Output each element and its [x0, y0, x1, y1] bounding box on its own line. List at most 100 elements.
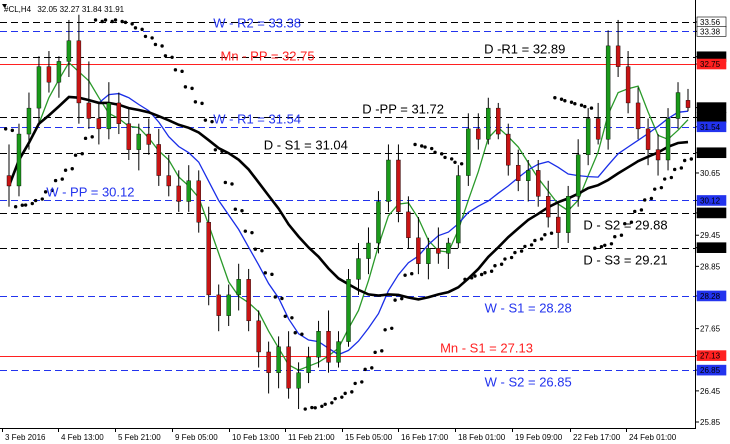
sar-dot-b-57: [579, 103, 584, 107]
sar-dot-17: [173, 68, 178, 72]
sar-dot-b-68: [689, 157, 694, 161]
candle-body-55: [555, 216, 561, 233]
candle-body-30: [306, 356, 311, 373]
sar-dot-b-12: [130, 22, 134, 26]
price-label-19: 25.85: [700, 418, 721, 427]
candle-body-47: [476, 128, 481, 140]
sar-dot-b-6: [70, 167, 74, 171]
sar-dot-b-11: [120, 19, 124, 24]
sar-dot-b-24: [250, 230, 254, 235]
sar-dot-b-9: [100, 19, 104, 24]
sar-dot-b-55: [559, 97, 564, 101]
level-label-11: D - S2 = 29.88: [583, 218, 667, 233]
candle-body-15: [156, 144, 161, 176]
sar-dot-14: [143, 34, 148, 39]
sar-dot-b-34: [350, 390, 354, 394]
candle-body-12: [126, 123, 132, 150]
candle-body-27: [276, 346, 281, 373]
candle-body-64: [645, 128, 651, 150]
sar-dot-b-22: [230, 182, 234, 186]
level-label-8: D - S1 = 31.04: [264, 138, 348, 153]
sar-dot-b-43: [439, 152, 444, 156]
sar-dot-21: [213, 148, 218, 152]
candle-body-50: [506, 133, 511, 166]
time-label-5: 11 Feb 21:00: [288, 433, 335, 442]
sar-dot-b-51: [519, 249, 524, 253]
sar-dot-b-17: [180, 69, 184, 74]
sar-dot-39: [393, 298, 397, 302]
sar-dot-b-59: [599, 244, 604, 249]
candle-body-31: [316, 331, 321, 358]
sar-dot-b-38: [390, 326, 394, 330]
candle-body-35: [356, 258, 361, 280]
sar-dot-55: [553, 96, 557, 100]
time-label-4: 10 Feb 13:00: [232, 433, 280, 442]
sar-dot-22: [223, 180, 228, 185]
time-label-3: 9 Feb 05:00: [175, 433, 218, 442]
sar-dot-53: [533, 238, 537, 243]
sar-dot-20: [203, 118, 208, 122]
sar-dot-b-40: [410, 272, 414, 276]
sar-dot-32: [323, 402, 327, 407]
level-label-9: W - PP = 30.12: [46, 185, 134, 200]
price-chart[interactable]: D - R3 = 34.79D - R2 = 34.32W - R2 = 33.…: [0, 0, 730, 444]
candle-body-54: [546, 196, 551, 218]
candle-body-1: [16, 133, 22, 187]
candle-body-45: [456, 175, 461, 244]
sar-dot-b-47: [479, 272, 484, 277]
sar-dot-b-67: [679, 166, 684, 170]
sar-dot-b-58: [589, 106, 594, 110]
sar-dot-b-66: [669, 175, 674, 180]
sar-dot-b-0: [10, 128, 15, 133]
candle-body-2: [26, 107, 32, 135]
sar-dot-b-27: [280, 296, 284, 301]
sar-dot-b-61: [619, 233, 624, 237]
sar-dot-26: [263, 271, 267, 275]
sar-dot-b-14: [150, 36, 154, 40]
sar-dot-b-18: [190, 86, 194, 91]
sar-dot-50: [503, 257, 507, 261]
candle-body-59: [595, 118, 601, 140]
candle-body-38: [386, 159, 391, 202]
candle-body-17: [176, 185, 181, 202]
sar-dot-b-35: [360, 380, 364, 384]
sar-dot-b-46: [469, 276, 474, 280]
candle-body-29: [296, 372, 301, 389]
sar-dot-b-10: [110, 19, 114, 24]
sar-dot-43: [433, 150, 437, 155]
sar-dot-b-31: [320, 404, 324, 408]
sar-dot-40: [403, 273, 407, 277]
sar-dot-5: [53, 178, 58, 183]
sar-dot-b-32: [330, 401, 334, 405]
sar-dot-36: [363, 367, 367, 372]
sar-dot-64: [643, 198, 647, 202]
sar-dot-b-8: [90, 135, 94, 139]
candle-body-36: [366, 242, 371, 259]
candle-body-41: [416, 237, 421, 264]
symbol-text: #CL,H4: [4, 5, 32, 14]
time-label-2: 5 Feb 21:00: [118, 433, 161, 442]
candle-body-39: [396, 159, 401, 213]
sar-dot-63: [633, 209, 637, 214]
sar-dot-b-63: [639, 208, 644, 212]
candle-body-18: [186, 180, 191, 202]
candle-body-57: [575, 154, 581, 197]
candle-body-3: [36, 66, 42, 109]
candle-body-48: [486, 107, 491, 140]
sar-dot-b-56: [569, 100, 574, 104]
sar-dot-b-13: [140, 27, 144, 32]
sar-dot-b-45: [459, 162, 464, 166]
time-label-7: 16 Feb 17:00: [401, 433, 449, 442]
candle-body-4: [46, 66, 52, 83]
sar-dot-2: [23, 203, 28, 207]
candle-body-25: [256, 320, 261, 353]
price-label-0: 33.56: [700, 18, 721, 27]
sar-dot-48: [483, 271, 487, 275]
sar-dot-b-42: [430, 146, 434, 151]
candle-body-16: [166, 175, 171, 187]
sar-dot-30: [303, 407, 307, 411]
sar-dot-44: [443, 155, 447, 160]
candle-body-33: [336, 341, 341, 363]
time-label-0: 3 Feb 2016: [5, 433, 46, 442]
candle-body-21: [216, 294, 221, 316]
